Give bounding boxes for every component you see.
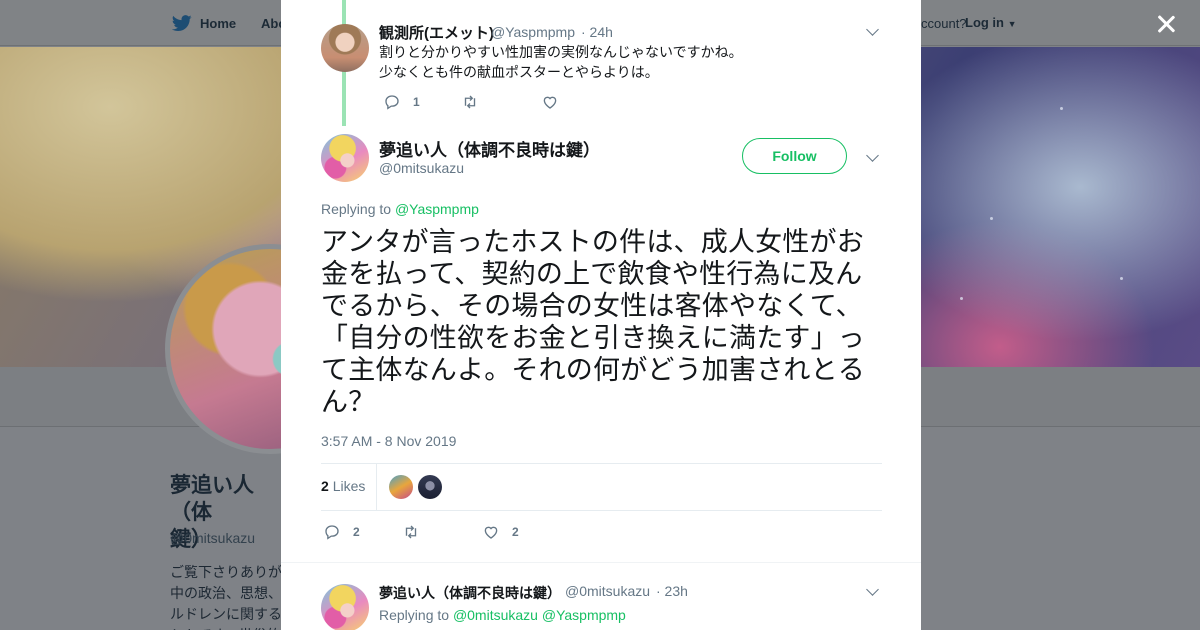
reply-icon (385, 95, 399, 110)
profile-handle: @0mitsukazu (170, 530, 256, 546)
likes-label: Likes (332, 478, 366, 494)
main-tweet-handle[interactable]: @0mitsukazu (379, 160, 464, 176)
chevron-down-icon[interactable] (866, 583, 879, 596)
replying-to-link[interactable]: @0mitsukazu (453, 607, 538, 623)
liker-avatar[interactable] (389, 475, 413, 499)
main-tweet-name[interactable]: 夢追い人（体調不良時は鍵） (379, 136, 600, 161)
login-button[interactable]: Log in ▼ (965, 15, 1017, 30)
follow-button[interactable]: Follow (742, 138, 847, 174)
parent-reply-count: 1 (413, 95, 420, 109)
parent-reply-button[interactable]: 1 (383, 93, 420, 111)
chevron-down-icon[interactable] (866, 23, 879, 36)
main-retweet-button[interactable] (402, 523, 420, 541)
close-modal-button[interactable] (1152, 10, 1180, 38)
nav-home[interactable]: Home (172, 15, 236, 32)
reply-tweet-name[interactable]: 夢追い人（体調不良時は鍵） (379, 583, 561, 603)
divider (281, 562, 921, 563)
parent-tweet-name[interactable]: 観測所(エメット) (379, 22, 494, 43)
reply-tweet-avatar[interactable] (321, 584, 369, 630)
profile-bio: ご覧下さりありが 中の政治、思想、 ルドレンに関する シトです。世俗的 (170, 564, 282, 630)
replying-to-prefix: Replying to (379, 607, 450, 623)
parent-tweet-text: 割りと分かりやすい性加害の実例なんじゃないですかね。 少なくとも件の献血ポスター… (379, 42, 743, 82)
parent-tweet-avatar[interactable] (321, 24, 369, 72)
divider (321, 463, 882, 464)
reply-tweet-replying-to: Replying to @0mitsukazu @Yaspmpmp (379, 607, 626, 623)
retweet-icon (464, 95, 476, 109)
main-tweet-text: アンタが言ったホストの件は、成人女性がお金を払って、契約の上で飲食や性行為に及ん… (321, 227, 865, 417)
main-tweet-timestamp[interactable]: 3:57 AM - 8 Nov 2019 (321, 433, 456, 449)
retweet-icon (405, 525, 417, 539)
replying-to-link[interactable]: @Yaspmpmp (395, 201, 479, 217)
caret-down-icon: ▼ (1007, 19, 1017, 29)
parent-tweet-time[interactable]: · 24h (581, 24, 613, 40)
profile-name-line1: 夢追い人（体 (170, 474, 254, 524)
main-reply-button[interactable]: 2 (323, 523, 360, 541)
likes-stat[interactable]: 2 Likes (321, 478, 365, 494)
tweet-modal: 観測所(エメット) @Yaspmpmp · 24h 割りと分かりやすい性加害の実… (281, 0, 921, 630)
main-tweet-avatar[interactable] (321, 134, 369, 182)
replying-to-link[interactable]: @Yaspmpmp (542, 607, 626, 623)
divider (321, 510, 882, 511)
main-reply-count: 2 (353, 525, 360, 539)
heart-icon (484, 526, 498, 539)
liker-avatar[interactable] (418, 475, 442, 499)
reply-icon (325, 525, 339, 540)
heart-icon (543, 96, 557, 109)
login-label: Log in (965, 15, 1004, 30)
parent-retweet-button[interactable] (461, 93, 479, 111)
stat-divider (376, 464, 377, 510)
parent-tweet-text-line1: 割りと分かりやすい性加害の実例なんじゃないですかね。 (379, 44, 743, 60)
likes-count: 2 (321, 478, 329, 494)
main-like-button[interactable]: 2 (482, 523, 519, 541)
nav-home-label: Home (200, 16, 237, 31)
follow-label: Follow (772, 148, 817, 164)
replying-to-line: Replying to @Yaspmpmp (321, 201, 479, 217)
parent-tweet-handle[interactable]: @Yaspmpmp (491, 24, 575, 40)
parent-like-button[interactable] (541, 93, 559, 111)
replying-to-prefix: Replying to (321, 201, 392, 217)
chevron-down-icon[interactable] (866, 149, 879, 162)
nav-account-text: ccount? (921, 16, 967, 31)
main-like-count: 2 (512, 525, 519, 539)
parent-tweet-text-line2: 少なくとも件の献血ポスターとやらよりは。 (379, 64, 659, 80)
reply-tweet-time[interactable]: · 23h (656, 583, 688, 599)
twitter-bird-icon (172, 15, 192, 31)
reply-tweet-handle[interactable]: @0mitsukazu (565, 583, 650, 599)
